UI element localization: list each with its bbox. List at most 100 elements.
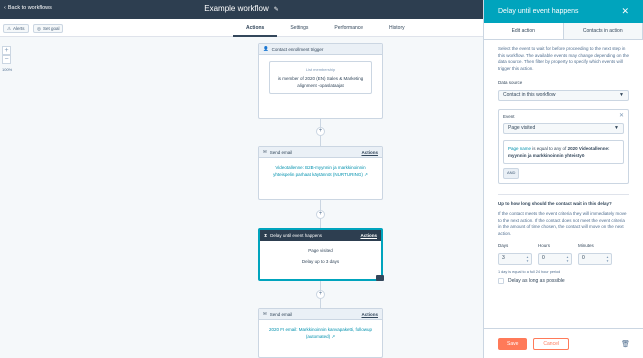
- hours-value: 0: [542, 255, 545, 262]
- tab-edit-action[interactable]: Edit action: [484, 23, 564, 39]
- add-action-button[interactable]: +: [316, 290, 325, 299]
- event-value: Page visited: [508, 125, 536, 132]
- comment-icon[interactable]: [376, 275, 384, 281]
- event-box: ✕ Event Page visited ▼ Page name is equa…: [498, 108, 629, 184]
- card-header: 👤 Contact enrollment trigger: [259, 44, 382, 55]
- hourglass-icon: ⧗: [264, 233, 268, 238]
- email-link[interactable]: 2020 FI email: Markkinoinnin kanvapakett…: [269, 327, 372, 339]
- actions-dropdown[interactable]: Actions: [361, 312, 378, 317]
- enrollment-trigger-card[interactable]: 👤 Contact enrollment trigger List member…: [258, 43, 383, 119]
- card-header: ✉ Send email Actions: [259, 309, 382, 320]
- days-value: 3: [502, 255, 505, 262]
- card-body: List membership is member of 2020 (EN) S…: [259, 55, 382, 100]
- person-icon: 👤: [263, 46, 269, 51]
- card-body: 2020 FI email: Markkinoinnin kanvapakett…: [259, 320, 382, 346]
- workflow-tabs: Actions Settings Performance History: [233, 19, 418, 37]
- criteria-text: is member of 2020 (EN) Sales & Marketing…: [277, 76, 364, 88]
- card-title: Contact enrollment trigger: [271, 46, 324, 52]
- pencil-icon[interactable]: ✎: [274, 7, 279, 13]
- and-button[interactable]: AND: [503, 168, 520, 179]
- send-email-card-2[interactable]: ✉ Send email Actions 2020 FI email: Mark…: [258, 308, 383, 358]
- external-link-icon[interactable]: ↗: [364, 172, 368, 177]
- panel-description: Select the event to wait for before proc…: [498, 46, 630, 71]
- data-source-value: Contact in this workflow: [503, 91, 556, 98]
- zoom-in-button[interactable]: +: [2, 46, 11, 55]
- zoom-controls: + − 100%: [2, 46, 12, 72]
- send-email-card[interactable]: ✉ Send email Actions Videotallenne: B2B-…: [258, 146, 383, 200]
- tab-actions[interactable]: Actions: [233, 19, 278, 37]
- minutes-input[interactable]: 0 ▲ ▼: [578, 252, 612, 265]
- criteria-label: List membership: [305, 67, 336, 72]
- tab-settings[interactable]: Settings: [277, 19, 321, 37]
- tab-performance[interactable]: Performance: [321, 19, 376, 37]
- hours-field: Hours 0 ▲ ▼: [538, 243, 572, 265]
- target-icon: ◎: [37, 25, 41, 31]
- days-input[interactable]: 3 ▲ ▼: [498, 252, 532, 265]
- tab-history[interactable]: History: [376, 19, 418, 37]
- delay-event-card[interactable]: ⧗ Delay until event happens Actions Page…: [258, 228, 383, 281]
- workflow-title-text: Example workflow: [204, 4, 269, 13]
- hours-input[interactable]: 0 ▲ ▼: [538, 252, 572, 265]
- card-header: ⧗ Delay until event happens Actions: [260, 230, 381, 241]
- actions-dropdown[interactable]: Actions: [361, 150, 378, 155]
- remove-event-icon[interactable]: ✕: [619, 113, 624, 120]
- alert-icon: ⚠: [7, 25, 12, 31]
- checkbox[interactable]: [498, 278, 504, 285]
- hours-label: Hours: [538, 243, 551, 248]
- alerts-label: Alerts: [13, 26, 25, 31]
- minutes-field: Minutes 0 ▲ ▼: [578, 243, 612, 265]
- stepper-icon[interactable]: ▲ ▼: [526, 255, 529, 263]
- stepper-icon[interactable]: ▲ ▼: [566, 255, 569, 263]
- trigger-criteria-box: List membership is member of 2020 (EN) S…: [269, 61, 372, 94]
- add-action-button[interactable]: +: [316, 127, 325, 136]
- filter-property: Page name: [508, 146, 532, 151]
- cancel-button[interactable]: Cancel: [533, 337, 569, 350]
- delay-long-option[interactable]: Delay as long as possible: [498, 278, 629, 285]
- data-source-label: Data source: [498, 80, 523, 85]
- card-header: ✉ Send email Actions: [259, 147, 382, 158]
- trash-icon[interactable]: 🗑: [621, 340, 630, 348]
- alerts-button[interactable]: ⚠ Alerts: [3, 24, 29, 33]
- event-filter[interactable]: Page name is equal to any of 2020 Videot…: [503, 140, 624, 164]
- card-title: Send email: [269, 311, 293, 317]
- minutes-label: Minutes: [578, 243, 594, 248]
- set-goal-button[interactable]: ◎ Set goal: [33, 24, 64, 33]
- sub-toolbar: ⚠ Alerts ◎ Set goal Actions Settings Per…: [0, 19, 483, 37]
- email-link[interactable]: Videotallenne: B2B-myynnin ja markkinoin…: [273, 165, 366, 177]
- panel-footer: Save Cancel 🗑: [484, 328, 643, 358]
- minutes-value: 0: [582, 255, 585, 262]
- save-button[interactable]: Save: [498, 337, 528, 350]
- card-body: Videotallenne: B2B-myynnin ja markkinoin…: [259, 158, 382, 184]
- actions-dropdown[interactable]: Actions: [360, 233, 377, 238]
- email-icon: ✉: [263, 149, 267, 154]
- event-label: Event: [503, 113, 515, 119]
- action-edit-panel: Delay until event happens ✕ Edit action …: [483, 0, 643, 358]
- zoom-out-button[interactable]: −: [2, 55, 11, 64]
- data-source-select[interactable]: Contact in this workflow ▼: [498, 89, 629, 101]
- wait-question: Up to how long should the contact wait i…: [498, 200, 612, 206]
- add-action-button[interactable]: +: [316, 210, 325, 219]
- caret-down-icon: ▼: [619, 91, 624, 98]
- panel-tabs: Edit action Contacts in action: [484, 23, 643, 40]
- card-title: Delay until event happens: [270, 233, 322, 238]
- card-title: Send email: [269, 149, 293, 155]
- delay-duration: Delay up to 3 days: [301, 259, 340, 264]
- close-icon[interactable]: ✕: [621, 6, 629, 17]
- external-link-icon[interactable]: ↗: [331, 334, 335, 339]
- day-note: 1 day is equal to a full 24 hour period: [498, 269, 561, 274]
- stepper-icon[interactable]: ▲ ▼: [606, 255, 609, 263]
- filter-operator: is equal to any of: [531, 146, 568, 151]
- set-goal-label: Set goal: [42, 26, 60, 31]
- delay-long-label: Delay as long as possible: [508, 278, 565, 284]
- email-icon: ✉: [263, 311, 267, 316]
- panel-header: Delay until event happens ✕: [484, 0, 643, 23]
- days-label: Days: [498, 243, 509, 248]
- tab-contacts-in-action[interactable]: Contacts in action: [563, 23, 643, 39]
- duration-inputs: Days 3 ▲ ▼ Hours 0 ▲ ▼ Minutes 0 ▲ ▼: [498, 243, 629, 265]
- event-select[interactable]: Page visited ▼: [503, 123, 624, 134]
- workflow-title[interactable]: Example workflow ✎: [0, 4, 483, 13]
- zoom-level: 100%: [2, 67, 13, 72]
- wait-description: If the contact meets the event criteria …: [498, 211, 627, 236]
- top-header: ‹ Back to workflows Example workflow ✎: [0, 0, 483, 19]
- caret-down-icon: ▼: [614, 125, 619, 132]
